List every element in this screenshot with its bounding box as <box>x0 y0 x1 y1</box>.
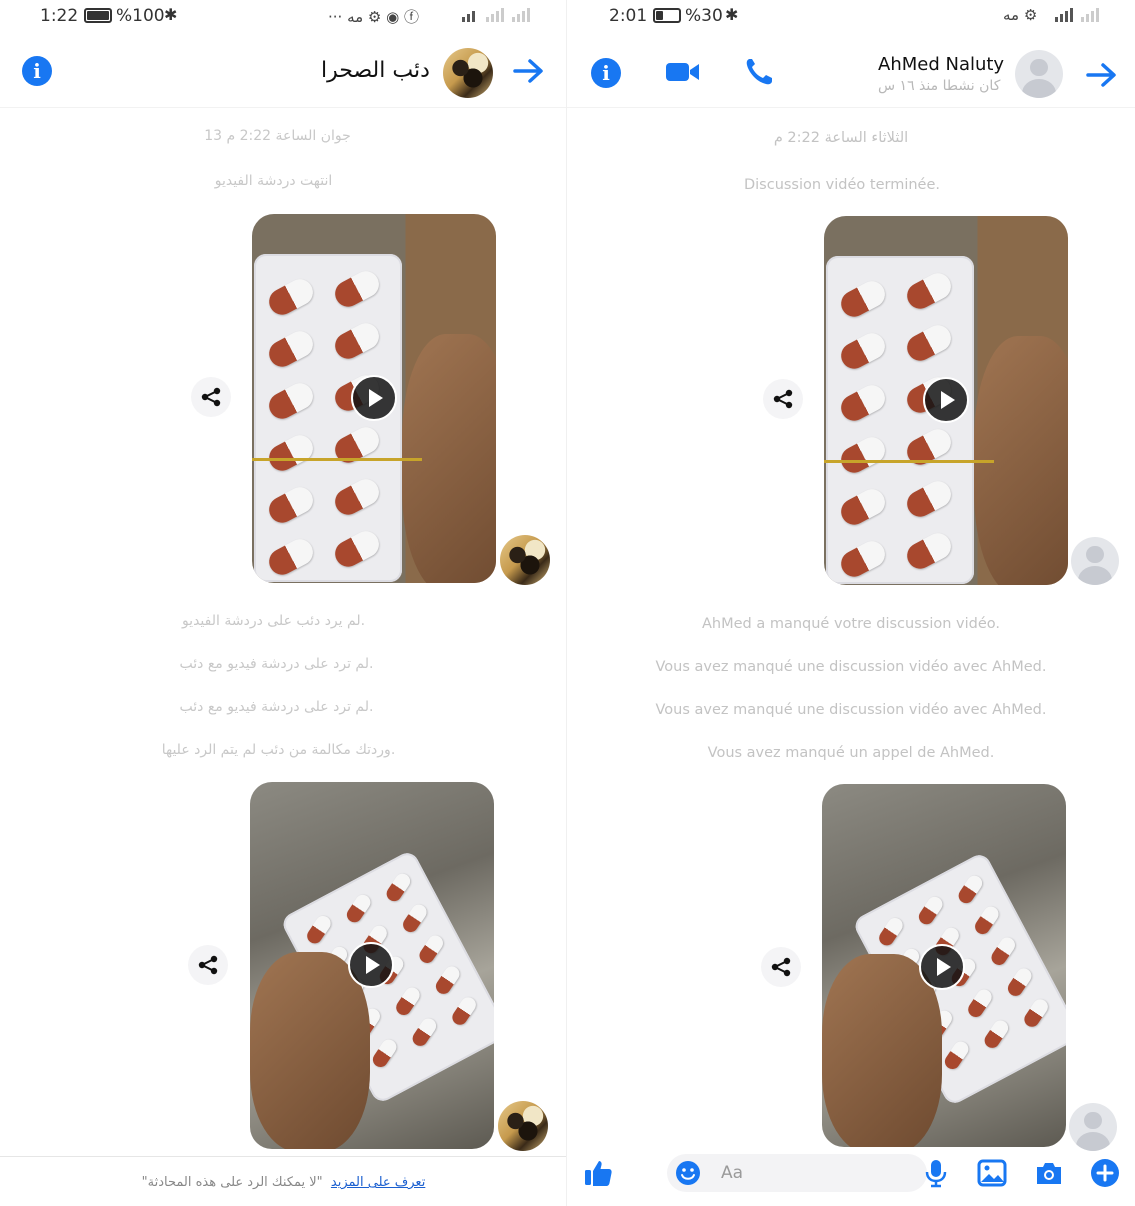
hand-image <box>822 954 942 1147</box>
signal-icon <box>486 8 504 22</box>
status-bar: 1:22 %100 ✱ ··· مه ⚙ ◉ ⓕ <box>0 0 567 34</box>
contact-avatar[interactable] <box>1015 50 1063 98</box>
chat-header: i AhMed Naluty كان نشطا منذ ١٦ س <box>567 38 1135 108</box>
rubber-band <box>824 460 994 463</box>
sender-avatar <box>500 535 550 585</box>
bluetooth-icon: ✱ <box>164 5 178 24</box>
sender-avatar <box>498 1101 548 1151</box>
chat-header: i دئب الصحرا <box>0 38 567 108</box>
phone-call-icon[interactable] <box>743 56 775 88</box>
contact-name: دئب الصحرا <box>321 58 430 83</box>
missed-message-4: وردتك مكالمة من دئب لم يتم الرد عليها. <box>161 742 396 758</box>
cannot-reply-text: "لا يمكنك الرد على هذه المحادثة <box>147 1175 323 1190</box>
video-chat-ended: Discussion vidéo terminée. <box>743 177 941 193</box>
info-button[interactable]: i <box>22 56 52 86</box>
missed-message-2: Vous avez manqué une discussion vidéo av… <box>655 659 1047 675</box>
left-conversation: 1:22 %100 ✱ ··· مه ⚙ ◉ ⓕ i دئب الصحرا 13… <box>0 0 567 1206</box>
signal-icon <box>1055 8 1073 22</box>
video-message-2[interactable] <box>250 782 494 1149</box>
notification-icons: مه ⚙ <box>1003 6 1038 24</box>
missed-message-1: AhMed a manqué votre discussion vidéo. <box>701 616 1000 632</box>
hand-image <box>250 952 370 1149</box>
missed-message-4: Vous avez manqué un appel de AhMed. <box>707 745 995 761</box>
plus-icon[interactable] <box>1088 1156 1122 1190</box>
gallery-icon[interactable] <box>975 1156 1009 1190</box>
info-icon: i <box>22 56 52 86</box>
battery-icon <box>84 8 112 23</box>
missed-message-3: Vous avez manqué une discussion vidéo av… <box>655 702 1047 718</box>
conversation-notice: " تعرف على المزيد "لا يمكنك الرد على هذه … <box>0 1156 567 1206</box>
status-time: 2:01 <box>609 6 648 26</box>
contact-name: AhMed Naluty <box>878 54 1005 75</box>
video-message[interactable] <box>824 216 1068 585</box>
video-message[interactable] <box>252 214 496 583</box>
status-bar: 2:01 %30 ✱ مه ⚙ <box>567 0 1135 34</box>
battery-percent: %30 <box>685 6 723 26</box>
missed-message-2: لم ترد على دردشة فيديو مع دئب. <box>179 656 374 672</box>
signal-icon-2 <box>512 8 530 22</box>
share-icon[interactable] <box>763 379 803 419</box>
sender-avatar <box>1071 537 1119 585</box>
wifi-signal-icon <box>462 8 475 22</box>
info-icon: i <box>591 58 621 88</box>
play-icon[interactable] <box>348 942 394 988</box>
date-separator: الثلاثاء الساعة 2:22 م <box>773 130 909 146</box>
share-icon[interactable] <box>191 377 231 417</box>
play-icon[interactable] <box>923 377 969 423</box>
missed-message-1: لم يرد دئب على دردشة الفيديو. <box>181 613 366 629</box>
date-separator: 13 جوان الساعة 2:22 م <box>204 128 351 144</box>
video-chat-ended: انتهت دردشة الفيديو <box>214 173 333 189</box>
info-button[interactable]: i <box>591 58 621 88</box>
learn-more-link[interactable]: تعرف على المزيد <box>331 1175 425 1190</box>
share-icon[interactable] <box>761 947 801 987</box>
like-icon[interactable] <box>581 1156 615 1190</box>
forward-arrow-icon[interactable] <box>512 56 546 86</box>
right-conversation: 2:01 %30 ✱ مه ⚙ i AhMed Naluty كان نشطا … <box>567 0 1135 1206</box>
play-icon[interactable] <box>919 944 965 990</box>
emoji-icon <box>676 1161 700 1185</box>
message-placeholder: Aa <box>721 1163 744 1183</box>
missed-message-3: لم ترد على دردشة فيديو مع دئب. <box>179 699 374 715</box>
signal-icon-2 <box>1081 8 1099 22</box>
video-call-icon[interactable] <box>665 60 701 84</box>
active-status: كان نشطا منذ ١٦ س <box>878 78 1001 94</box>
microphone-icon[interactable] <box>919 1156 953 1190</box>
message-input[interactable]: Aa <box>667 1154 927 1192</box>
battery-percent: %100 <box>116 6 165 26</box>
contact-avatar[interactable] <box>443 48 493 98</box>
forward-arrow-icon[interactable] <box>1085 60 1119 90</box>
play-icon[interactable] <box>351 375 397 421</box>
bluetooth-icon: ✱ <box>725 5 739 24</box>
share-icon[interactable] <box>188 945 228 985</box>
camera-icon[interactable] <box>1032 1156 1066 1190</box>
battery-icon <box>653 8 681 23</box>
video-message-2[interactable] <box>822 784 1066 1147</box>
status-time: 1:22 <box>40 6 79 26</box>
notification-icons: ··· مه ⚙ ◉ ⓕ <box>328 8 419 26</box>
message-composer: Aa <box>567 1144 1135 1206</box>
rubber-band <box>252 458 422 461</box>
